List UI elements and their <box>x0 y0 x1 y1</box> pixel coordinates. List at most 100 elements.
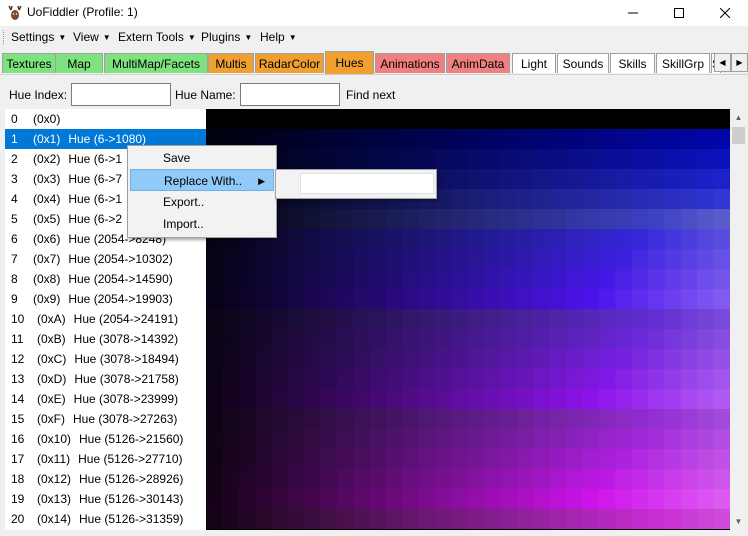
hue-row[interactable]: 20 (0x14) Hue (5126->31359) <box>5 509 206 529</box>
hue-swatch <box>500 429 518 449</box>
tab-skillgrp[interactable]: SkillGrp <box>656 53 710 73</box>
hue-swatch <box>287 229 305 249</box>
hue-row[interactable]: 12 (0xC) Hue (3078->18494) <box>5 349 206 369</box>
hue-hex: (0x5) <box>33 212 61 226</box>
hue-swatch <box>222 249 240 269</box>
hue-swatch <box>304 449 322 469</box>
maximize-button[interactable] <box>656 0 702 26</box>
hue-name: Hue (3078->18494) <box>74 352 179 366</box>
vertical-scrollbar[interactable]: ▲ ▼ <box>730 109 747 530</box>
hue-hex: (0xC) <box>37 352 67 366</box>
hue-swatch <box>435 129 453 149</box>
hue-hex: (0x8) <box>33 272 61 286</box>
hue-swatch <box>664 409 682 429</box>
hue-row[interactable]: 14 (0xE) Hue (3078->23999) <box>5 389 206 409</box>
submenu-item[interactable] <box>300 173 434 194</box>
close-button[interactable] <box>702 0 748 26</box>
hue-row[interactable]: 7 (0x7) Hue (2054->10302) <box>5 249 206 269</box>
hue-swatch <box>599 409 616 429</box>
ctx-item-import[interactable]: Import.. <box>130 213 274 235</box>
find-next-link[interactable]: Find next <box>346 88 395 102</box>
hue-swatch <box>304 469 322 489</box>
hue-swatch <box>631 249 649 269</box>
hue-swatch <box>599 109 616 129</box>
hue-name-input[interactable] <box>240 83 340 106</box>
hue-row[interactable]: 8 (0x8) Hue (2054->14590) <box>5 269 206 289</box>
scroll-thumb[interactable] <box>732 127 745 144</box>
menu-settings[interactable]: Settings ▼ <box>11 30 66 44</box>
menu-extern-tools[interactable]: Extern Tools ▼ <box>118 30 196 44</box>
hue-swatch <box>353 489 371 509</box>
hue-row[interactable]: 18 (0x12) Hue (5126->28926) <box>5 469 206 489</box>
hue-swatch <box>631 209 649 229</box>
hue-row[interactable]: 9 (0x9) Hue (2054->19903) <box>5 289 206 309</box>
tab-textures[interactable]: Textures <box>2 53 56 73</box>
tab-skills[interactable]: Skills <box>610 53 655 73</box>
hue-swatch <box>238 489 256 509</box>
hue-swatch <box>402 149 420 169</box>
tab-animdata[interactable]: AnimData <box>446 53 510 73</box>
ctx-item-replace-with[interactable]: Replace With.. ▶ <box>130 169 274 191</box>
hue-swatch <box>533 229 551 249</box>
tab-scroll-right[interactable]: ▶ <box>731 53 748 72</box>
hue-swatch <box>615 209 633 229</box>
hue-row[interactable]: 19 (0x13) Hue (5126->30143) <box>5 489 206 509</box>
hue-swatch <box>648 229 666 249</box>
hue-swatch <box>697 289 715 309</box>
tab-scroll-left[interactable]: ◀ <box>714 53 731 72</box>
hue-swatch <box>533 109 551 129</box>
tab-radarcolor[interactable]: RadarColor <box>255 53 324 73</box>
hue-row[interactable]: 16 (0x10) Hue (5126->21560) <box>5 429 206 449</box>
hue-swatch <box>353 469 371 489</box>
tab-light[interactable]: Light <box>512 53 556 73</box>
hue-swatch <box>435 189 453 209</box>
hue-index: 18 <box>11 472 25 486</box>
hue-swatch <box>697 509 715 529</box>
tab-hues[interactable]: Hues <box>325 51 374 74</box>
tab-sounds[interactable]: Sounds <box>557 53 609 73</box>
hue-row[interactable]: 0 (0x0) <box>5 109 206 129</box>
hue-swatch <box>451 329 469 349</box>
hue-swatch <box>353 229 371 249</box>
hue-index: 17 <box>11 452 25 466</box>
hue-index-input[interactable] <box>71 83 171 106</box>
ctx-item-save[interactable]: Save <box>130 147 274 169</box>
hue-row[interactable]: 10 (0xA) Hue (2054->24191) <box>5 309 206 329</box>
hue-swatch <box>648 129 666 149</box>
menu-view[interactable]: View ▼ <box>73 30 111 44</box>
scroll-down-button[interactable]: ▼ <box>730 513 747 530</box>
hue-row[interactable]: 13 (0xD) Hue (3078->21758) <box>5 369 206 389</box>
hue-swatch <box>615 429 633 449</box>
hue-swatch <box>353 249 371 269</box>
hue-swatch <box>418 469 436 489</box>
hue-swatch <box>435 249 453 269</box>
hue-swatch <box>304 289 322 309</box>
hue-swatch <box>697 109 715 129</box>
maximize-icon <box>674 8 684 18</box>
hue-swatch <box>369 149 387 169</box>
hue-swatch <box>582 469 600 489</box>
tab-multimap-facets[interactable]: MultiMap/Facets <box>104 53 208 73</box>
hue-row[interactable]: 15 (0xF) Hue (3078->27263) <box>5 409 206 429</box>
ctx-item-export[interactable]: Export.. <box>130 191 274 213</box>
hue-swatch <box>517 109 535 129</box>
menu-help[interactable]: Help ▼ <box>260 30 297 44</box>
hue-swatch <box>648 209 666 229</box>
hue-swatch <box>566 129 584 149</box>
menu-plugins[interactable]: Plugins ▼ <box>201 30 252 44</box>
hue-swatch <box>386 429 404 449</box>
hue-row[interactable]: 17 (0x11) Hue (5126->27710) <box>5 449 206 469</box>
hue-hex: (0x13) <box>37 492 72 506</box>
hue-swatch <box>402 209 420 229</box>
hue-swatch <box>369 409 387 429</box>
hue-row[interactable]: 11 (0xB) Hue (3078->14392) <box>5 329 206 349</box>
minimize-button[interactable] <box>610 0 656 26</box>
tab-map[interactable]: Map <box>55 53 103 73</box>
hue-swatch <box>631 389 649 409</box>
tab-animations[interactable]: Animations <box>375 53 445 73</box>
hue-swatch <box>484 449 502 469</box>
menu-label: Help <box>260 30 285 44</box>
tab-multis[interactable]: Multis <box>208 53 254 73</box>
scroll-up-button[interactable]: ▲ <box>730 109 747 126</box>
hue-swatch <box>418 509 436 529</box>
